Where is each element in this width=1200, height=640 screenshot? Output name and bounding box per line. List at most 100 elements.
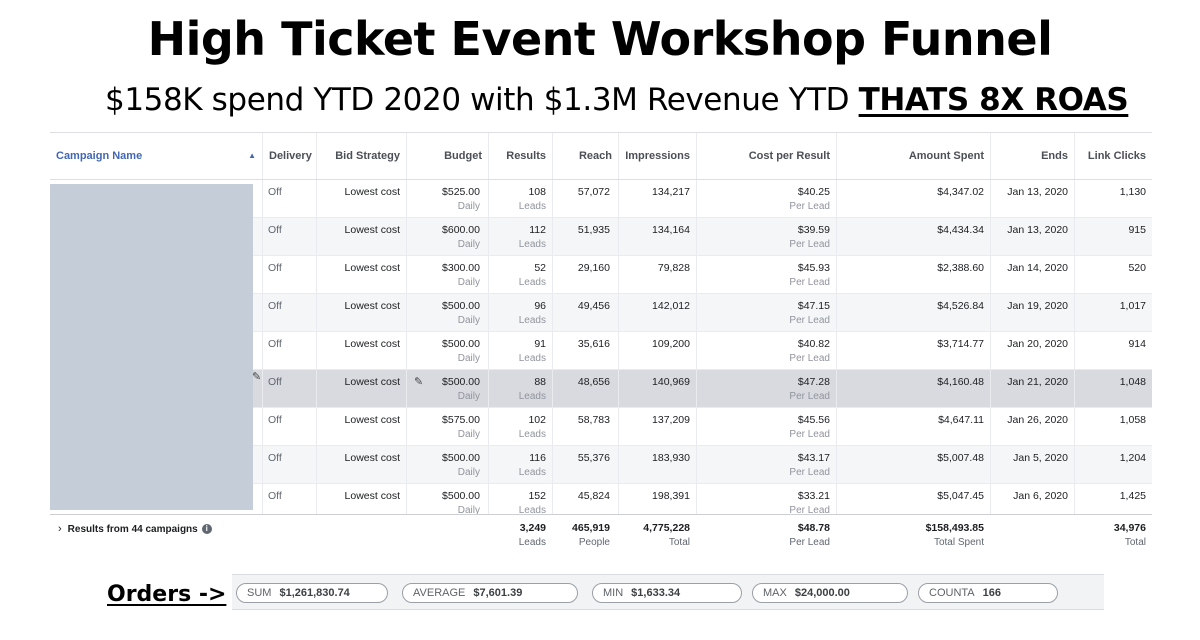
reach-cell: 51,935 [577, 224, 610, 236]
ends-cell: Jan 5, 2020 [1013, 452, 1068, 464]
budget-cell: $600.00 [442, 224, 480, 236]
stat-key: COUNTA [929, 587, 975, 599]
pencil-icon[interactable]: ✎ [252, 370, 261, 383]
column-divider [836, 180, 837, 514]
col-campaign-name-label: Campaign Name [56, 150, 143, 162]
budget-cell: $500.00 [442, 300, 480, 312]
reach-cell: 58,783 [577, 414, 610, 426]
column-divider [1074, 180, 1075, 514]
amount-spent-cell: $4,434.34 [937, 224, 984, 236]
stat-pill-min[interactable]: MIN $1,633.34 [592, 583, 742, 603]
budget-cell: $525.00 [442, 186, 480, 198]
results-summary[interactable]: › Results from 44 campaigns i [58, 523, 212, 535]
pencil-icon[interactable]: ✎ [414, 375, 423, 388]
bid-strategy-cell: Lowest cost [344, 300, 400, 312]
page-subtitle: $158K spend YTD 2020 with $1.3M Revenue … [105, 82, 1165, 118]
link-clicks-cell: 1,048 [1119, 376, 1146, 388]
bid-strategy-cell: Lowest cost [344, 414, 400, 426]
results-cell: 96 [534, 300, 546, 312]
info-icon[interactable]: i [201, 524, 212, 535]
cost-per-result-cell: $40.25 [797, 186, 830, 198]
campaign-name-redaction [50, 184, 253, 510]
budget-cell-unit: Daily [457, 391, 480, 402]
cost-per-result-cell: $45.93 [797, 262, 830, 274]
delivery-cell: Off [268, 300, 282, 312]
budget-cell-unit: Daily [457, 429, 480, 440]
table-footer: › Results from 44 campaigns i 3,249 Leads … [50, 514, 1152, 562]
total-cost-per-result-unit: Per Lead [789, 537, 830, 548]
impressions-cell: 142,012 [652, 300, 690, 312]
cost-per-result-cell-unit: Per Lead [789, 429, 830, 440]
ends-cell: Jan 13, 2020 [1007, 186, 1068, 198]
budget-cell-unit: Daily [457, 277, 480, 288]
amount-spent-cell: $4,160.48 [937, 376, 984, 388]
amount-spent-cell: $4,647.11 [938, 414, 984, 426]
link-clicks-cell: 1,130 [1119, 186, 1146, 198]
results-summary-label: Results from 44 campaigns [67, 524, 198, 535]
column-divider [406, 180, 407, 514]
reach-cell: 57,072 [577, 186, 610, 198]
results-cell-unit: Leads [518, 505, 546, 514]
amount-spent-cell: $3,714.77 [937, 338, 984, 350]
col-cost-per-result[interactable]: Cost per Result [696, 133, 836, 179]
stat-pill-average[interactable]: AVERAGE $7,601.39 [402, 583, 578, 603]
cost-per-result-cell: $47.15 [797, 300, 830, 312]
col-delivery[interactable]: Delivery [262, 133, 316, 179]
budget-cell-unit: Daily [457, 505, 480, 514]
reach-cell: 49,456 [577, 300, 610, 312]
reach-cell: 29,160 [577, 262, 610, 274]
column-divider [488, 180, 489, 514]
ends-cell: Jan 19, 2020 [1007, 300, 1068, 312]
chevron-right-icon[interactable]: › [58, 523, 62, 535]
total-impressions-unit: Total [668, 537, 690, 548]
stat-value: 166 [982, 587, 1001, 599]
impressions-cell: 137,209 [652, 414, 690, 426]
col-link-clicks[interactable]: Link Clicks [1074, 133, 1152, 179]
delivery-cell: Off [268, 452, 282, 464]
col-impressions[interactable]: Impressions [618, 133, 696, 179]
results-cell-unit: Leads [518, 429, 546, 440]
budget-cell: $500.00 [442, 452, 480, 464]
budget-cell: $500.00 [442, 490, 480, 502]
budget-cell-unit: Daily [457, 315, 480, 326]
stat-pill-sum[interactable]: SUM $1,261,830.74 [236, 583, 388, 603]
bid-strategy-cell: Lowest cost [344, 262, 400, 274]
cost-per-result-cell-unit: Per Lead [789, 315, 830, 326]
amount-spent-cell: $5,007.48 [937, 452, 984, 464]
delivery-cell: Off [268, 338, 282, 350]
link-clicks-cell: 520 [1128, 262, 1146, 274]
caret-up-icon[interactable]: ▲ [248, 133, 256, 179]
stat-value: $1,261,830.74 [279, 587, 350, 599]
total-link-clicks-unit: Total [1124, 537, 1146, 548]
bid-strategy-cell: Lowest cost [344, 186, 400, 198]
results-cell: 108 [528, 186, 546, 198]
subtitle-roas: THATS 8X ROAS [858, 82, 1129, 118]
ends-cell: Jan 20, 2020 [1007, 338, 1068, 350]
link-clicks-cell: 1,058 [1119, 414, 1146, 426]
budget-cell-unit: Daily [457, 467, 480, 478]
stat-value: $24,000.00 [794, 587, 850, 599]
amount-spent-cell: $4,526.84 [937, 300, 984, 312]
cost-per-result-cell: $43.17 [797, 452, 830, 464]
col-results[interactable]: Results [488, 133, 552, 179]
stat-value: $7,601.39 [473, 587, 523, 599]
col-ends[interactable]: Ends [990, 133, 1074, 179]
results-cell: 112 [529, 224, 546, 236]
stat-pill-counta[interactable]: COUNTA 166 [918, 583, 1058, 603]
impressions-cell: 183,930 [652, 452, 690, 464]
col-amount-spent[interactable]: Amount Spent [836, 133, 990, 179]
cost-per-result-cell-unit: Per Lead [789, 505, 830, 514]
ends-cell: Jan 6, 2020 [1013, 490, 1068, 502]
amount-spent-cell: $2,388.60 [937, 262, 984, 274]
impressions-cell: 134,217 [652, 186, 690, 198]
col-bid-strategy[interactable]: Bid Strategy [316, 133, 406, 179]
table-header: Campaign Name ▲ Delivery Bid Strategy Bu… [50, 132, 1152, 180]
stat-value: $1,633.34 [631, 587, 681, 599]
stat-pill-max[interactable]: MAX $24,000.00 [752, 583, 908, 603]
bid-strategy-cell: Lowest cost [344, 376, 400, 388]
col-campaign-name[interactable]: Campaign Name ▲ [50, 133, 262, 179]
col-reach[interactable]: Reach [552, 133, 618, 179]
col-budget[interactable]: Budget [406, 133, 488, 179]
col-bid-strategy-label: Bid Strategy [335, 150, 400, 162]
link-clicks-cell: 915 [1128, 224, 1146, 236]
